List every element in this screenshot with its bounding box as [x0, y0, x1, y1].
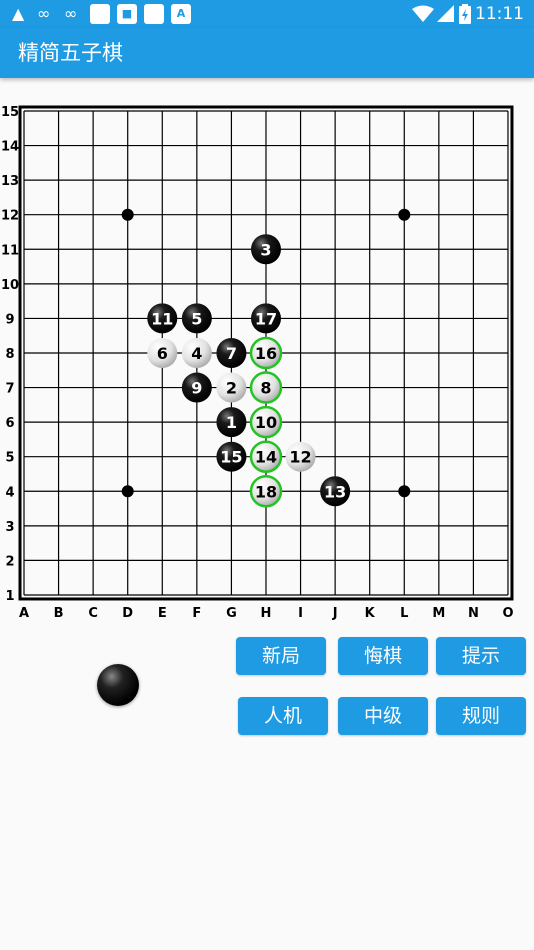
white-stone: 4 [181, 337, 212, 368]
black-stone: 5 [181, 303, 212, 334]
a-app-icon: A [171, 4, 191, 24]
black-stone: 15 [216, 441, 247, 472]
column-label: H [261, 606, 272, 621]
stone-number: 9 [191, 379, 202, 398]
status-time: 11:11 [475, 4, 524, 24]
row-label: 7 [5, 382, 14, 397]
stone-number: 17 [255, 309, 277, 328]
stone-number: 14 [255, 448, 277, 467]
white-stone: 18 [249, 475, 283, 508]
stone-number: 5 [191, 309, 202, 328]
undo-button[interactable]: 悔棋 [338, 637, 428, 675]
star-point [398, 208, 411, 221]
column-label: A [19, 606, 29, 621]
black-stone: 1 [216, 407, 247, 438]
stone-number: 3 [260, 240, 271, 259]
black-stone: 11 [147, 303, 178, 334]
infinity-icon: ∞ [64, 4, 78, 23]
black-stone: 13 [320, 476, 351, 507]
stone-number: 11 [151, 309, 173, 328]
row-label: 3 [5, 520, 14, 535]
app-bar: 精简五子棋 [0, 28, 534, 78]
row-label: 5 [5, 451, 14, 466]
white-stone: 10 [249, 405, 283, 439]
current-turn-stone [97, 664, 139, 706]
stone-number: 7 [226, 344, 237, 363]
square-app-icon [90, 4, 110, 24]
column-label: E [158, 606, 167, 621]
stone-number: 2 [226, 379, 237, 398]
column-label: O [502, 606, 513, 621]
column-label: B [54, 606, 64, 621]
stone-number: 8 [260, 379, 271, 398]
row-label: 6 [5, 416, 14, 431]
app-title: 精简五子棋 [18, 41, 123, 65]
column-label: K [365, 606, 376, 621]
row-label: 14 [1, 140, 19, 155]
gomoku-board[interactable]: 151413121110987654321A B C D E F G H I J K L M N O1234… [0, 95, 534, 625]
robot-app-icon: ■ [117, 4, 137, 24]
stone-number: 15 [220, 448, 242, 467]
hint-button[interactable]: 提示 [436, 637, 526, 675]
column-label: G [226, 606, 237, 621]
row-label: 12 [1, 209, 19, 224]
stone-number: 1 [226, 413, 237, 432]
stone-number: 16 [255, 344, 277, 363]
white-stone: 12 [285, 441, 316, 472]
column-label: D [122, 606, 133, 621]
battery-icon [459, 4, 471, 24]
row-label: 2 [5, 554, 14, 569]
infinity-icon: ∞ [37, 4, 51, 23]
row-label: 8 [5, 347, 14, 362]
white-stone: 14 [249, 440, 283, 473]
level-button[interactable]: 中级 [338, 697, 428, 735]
stone-number: 6 [157, 344, 168, 363]
column-label: J [332, 606, 338, 621]
white-stone: 16 [249, 336, 283, 370]
row-label: 15 [1, 105, 19, 120]
mode-button[interactable]: 人机 [238, 697, 328, 735]
row-label: 9 [5, 312, 14, 327]
white-stone: 6 [147, 337, 178, 368]
qq-icon: ▲ [12, 4, 25, 23]
stone-number: 12 [289, 448, 311, 467]
row-label: 10 [1, 278, 19, 293]
white-stone: 8 [249, 371, 283, 404]
signal-icon [437, 5, 454, 22]
row-label: 13 [1, 174, 19, 189]
row-label: 1 [5, 589, 14, 604]
white-stone: 2 [216, 372, 247, 403]
stone-number: 18 [255, 482, 277, 501]
black-stone: 9 [181, 372, 212, 403]
rules-button[interactable]: 规则 [436, 697, 526, 735]
star-point [398, 485, 411, 498]
column-label: N [468, 606, 479, 621]
star-point [121, 485, 134, 498]
stone-number: 4 [191, 344, 202, 363]
black-stone: 3 [250, 234, 281, 265]
column-label: F [192, 606, 201, 621]
column-label: L [400, 606, 408, 621]
column-label: M [432, 606, 445, 621]
wifi-icon [412, 5, 434, 22]
stone-number: 10 [255, 413, 277, 432]
square-app-icon [144, 4, 164, 24]
column-label: I [298, 606, 303, 621]
stone-number: 13 [324, 482, 346, 501]
status-bar: ▲ ∞ ∞ ■ A 11:11 [0, 0, 534, 28]
star-point [121, 208, 134, 221]
row-label: 4 [5, 485, 14, 500]
column-label: C [88, 606, 98, 621]
black-stone: 17 [250, 303, 281, 334]
new-game-button[interactable]: 新局 [236, 637, 326, 675]
row-label: 11 [1, 243, 19, 258]
black-stone: 7 [216, 337, 247, 368]
